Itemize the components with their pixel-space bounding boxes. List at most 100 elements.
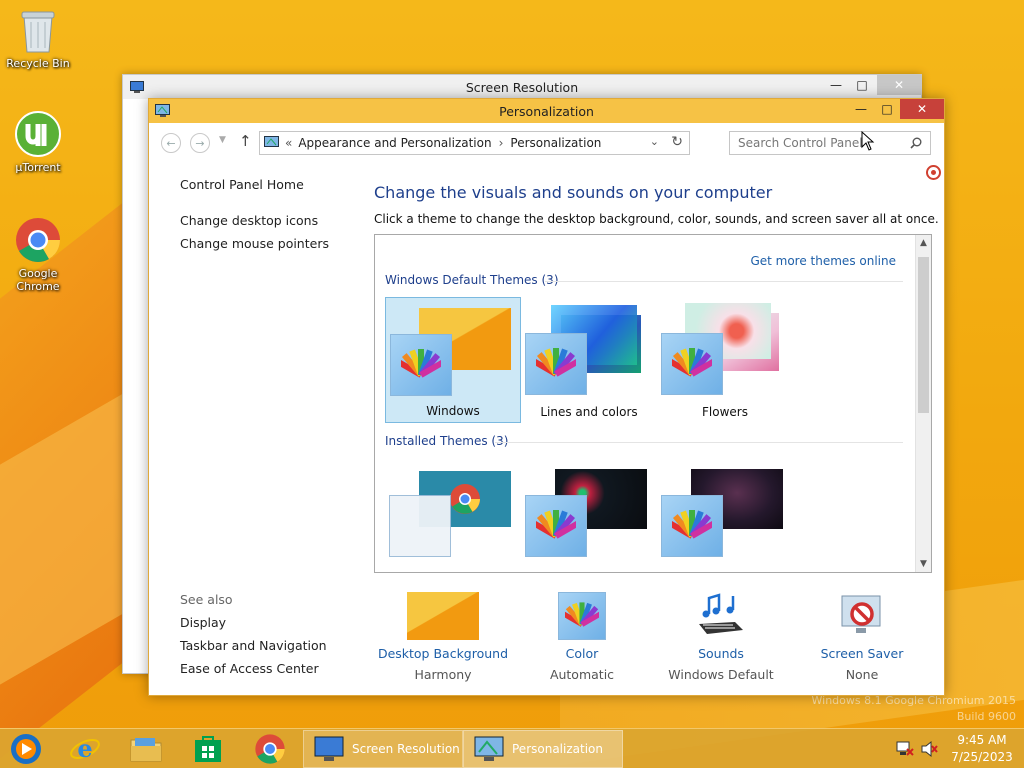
chrome-icon bbox=[255, 734, 285, 764]
color-swatch-icon bbox=[525, 495, 587, 557]
recent-pages-dropdown[interactable]: ▼ bbox=[219, 135, 226, 145]
color-swatch-icon bbox=[389, 495, 451, 557]
color-swatch-icon bbox=[525, 333, 587, 395]
change-mouse-pointers-link[interactable]: Change mouse pointers bbox=[180, 236, 329, 251]
change-desktop-icons-link[interactable]: Change desktop icons bbox=[180, 213, 318, 228]
clock-date[interactable]: 7/25/2023 bbox=[950, 750, 1014, 764]
page-subtitle: Click a theme to change the desktop back… bbox=[374, 212, 939, 226]
personalization-icon bbox=[474, 736, 504, 761]
group-header-default[interactable]: Windows Default Themes (3) bbox=[385, 273, 559, 287]
folder-icon bbox=[130, 738, 162, 762]
see-also-header: See also bbox=[180, 592, 233, 607]
search-icon[interactable] bbox=[910, 137, 922, 149]
taskbar-window-screen-resolution[interactable]: Screen Resolution bbox=[303, 730, 463, 768]
taskbar-pin-media-player[interactable] bbox=[6, 731, 46, 767]
color-icon bbox=[558, 592, 606, 640]
color-swatch-icon bbox=[661, 333, 723, 395]
theme-installed-3[interactable] bbox=[657, 459, 793, 572]
mouse-cursor-icon bbox=[861, 131, 875, 151]
group-divider bbox=[495, 442, 903, 443]
clock-time[interactable]: 9:45 AM bbox=[950, 733, 1014, 747]
search-input[interactable]: Search Control Panel bbox=[729, 131, 931, 155]
desktop-icon-chrome[interactable]: Google Chrome bbox=[2, 216, 74, 293]
desktop-icon-utorrent[interactable]: µTorrent bbox=[2, 110, 74, 174]
breadcrumb-current[interactable]: Personalization bbox=[510, 136, 601, 150]
taskbar-pin-file-explorer[interactable] bbox=[126, 731, 166, 767]
close-button[interactable]: ✕ bbox=[900, 99, 944, 119]
breadcrumb-prefix: « bbox=[285, 136, 293, 150]
title-bar[interactable]: Personalization — □ ✕ bbox=[149, 99, 944, 123]
theme-windows[interactable]: Windows bbox=[385, 297, 521, 423]
close-button[interactable]: ✕ bbox=[877, 75, 921, 95]
taskbar-window-label: Personalization bbox=[512, 742, 603, 756]
window-title: Personalization bbox=[499, 104, 594, 119]
store-icon bbox=[195, 736, 221, 762]
setting-value: Automatic bbox=[549, 667, 615, 682]
taskbar-pin-internet-explorer[interactable]: e bbox=[65, 731, 105, 767]
theme-lines-and-colors[interactable]: Lines and colors bbox=[521, 297, 657, 423]
minimize-button[interactable]: — bbox=[848, 99, 874, 119]
desktop-background-setting[interactable]: Desktop Background Harmony bbox=[368, 592, 518, 682]
themes-list[interactable]: Get more themes online Windows Default T… bbox=[374, 234, 932, 573]
volume-muted-icon[interactable] bbox=[920, 740, 938, 758]
breadcrumb-appearance[interactable]: Appearance and Personalization bbox=[298, 136, 491, 150]
group-header-installed[interactable]: Installed Themes (3) bbox=[385, 434, 508, 448]
taskbar-window-personalization[interactable]: Personalization bbox=[463, 730, 623, 768]
maximize-button[interactable]: □ bbox=[874, 99, 900, 119]
color-swatch-icon bbox=[390, 334, 452, 396]
taskbar-navigation-link[interactable]: Taskbar and Navigation bbox=[180, 638, 327, 653]
watermark-line2: Build 9600 bbox=[956, 710, 1016, 723]
up-button[interactable]: ↑ bbox=[239, 132, 252, 150]
screen-saver-icon bbox=[841, 595, 881, 633]
taskbar-window-label: Screen Resolution bbox=[352, 742, 460, 756]
theme-label: Lines and colors bbox=[540, 405, 638, 419]
maximize-button[interactable]: □ bbox=[849, 75, 875, 95]
theme-installed-2[interactable] bbox=[521, 459, 657, 572]
vertical-scrollbar[interactable]: ▲ ▼ bbox=[915, 235, 931, 572]
minimize-button[interactable]: — bbox=[823, 75, 849, 95]
setting-value: Harmony bbox=[414, 667, 472, 682]
sounds-icon bbox=[699, 593, 743, 634]
address-bar[interactable]: « Appearance and Personalization › Perso… bbox=[259, 131, 690, 155]
setting-title: Screen Saver bbox=[820, 646, 904, 661]
back-button[interactable]: ← bbox=[161, 133, 181, 153]
setting-title: Sounds bbox=[698, 646, 744, 661]
group-divider bbox=[545, 281, 903, 282]
get-more-themes-link[interactable]: Get more themes online bbox=[750, 254, 896, 268]
theme-label: Windows bbox=[426, 404, 480, 418]
theme-installed-1[interactable] bbox=[385, 459, 521, 572]
window-title: Screen Resolution bbox=[465, 80, 579, 95]
network-icon[interactable] bbox=[896, 740, 914, 758]
chevron-down-icon[interactable]: ⌄ bbox=[650, 135, 659, 148]
setting-title: Desktop Background bbox=[377, 646, 509, 661]
ease-of-access-link[interactable]: Ease of Access Center bbox=[180, 661, 319, 676]
desktop-icon-recycle-bin[interactable]: Recycle Bin bbox=[2, 8, 74, 70]
search-placeholder: Search Control Panel bbox=[738, 136, 863, 150]
utorrent-icon bbox=[15, 111, 61, 157]
desktop-icon-label: Recycle Bin bbox=[6, 57, 70, 70]
help-icon[interactable] bbox=[926, 165, 941, 180]
setting-value: Windows Default bbox=[668, 667, 774, 682]
sounds-setting[interactable]: Sounds Windows Default bbox=[646, 592, 796, 682]
scroll-up-arrow[interactable]: ▲ bbox=[916, 235, 931, 251]
title-bar[interactable]: Screen Resolution — □ ✕ bbox=[123, 75, 921, 99]
refresh-icon[interactable]: ↻ bbox=[671, 134, 683, 150]
scroll-down-arrow[interactable]: ▼ bbox=[916, 556, 931, 572]
control-panel-home-link[interactable]: Control Panel Home bbox=[180, 177, 304, 192]
desktop-icon-label: µTorrent bbox=[15, 161, 61, 174]
screen-saver-setting[interactable]: Screen Saver None bbox=[787, 592, 937, 682]
theme-flowers[interactable]: Flowers bbox=[657, 297, 793, 423]
taskbar-pin-chrome[interactable] bbox=[250, 731, 290, 767]
monitor-icon bbox=[314, 736, 344, 761]
theme-label: Flowers bbox=[702, 405, 748, 419]
taskbar-pin-store[interactable] bbox=[188, 731, 228, 767]
recycle-bin-icon bbox=[21, 11, 55, 53]
scroll-thumb[interactable] bbox=[918, 257, 929, 413]
color-setting[interactable]: Color Automatic bbox=[507, 592, 657, 682]
display-link[interactable]: Display bbox=[180, 615, 226, 630]
color-swatch-icon bbox=[661, 495, 723, 557]
forward-button[interactable]: → bbox=[190, 133, 210, 153]
chrome-icon bbox=[16, 218, 60, 262]
control-panel-icon bbox=[264, 136, 279, 147]
breadcrumb-separator[interactable]: › bbox=[499, 136, 504, 150]
